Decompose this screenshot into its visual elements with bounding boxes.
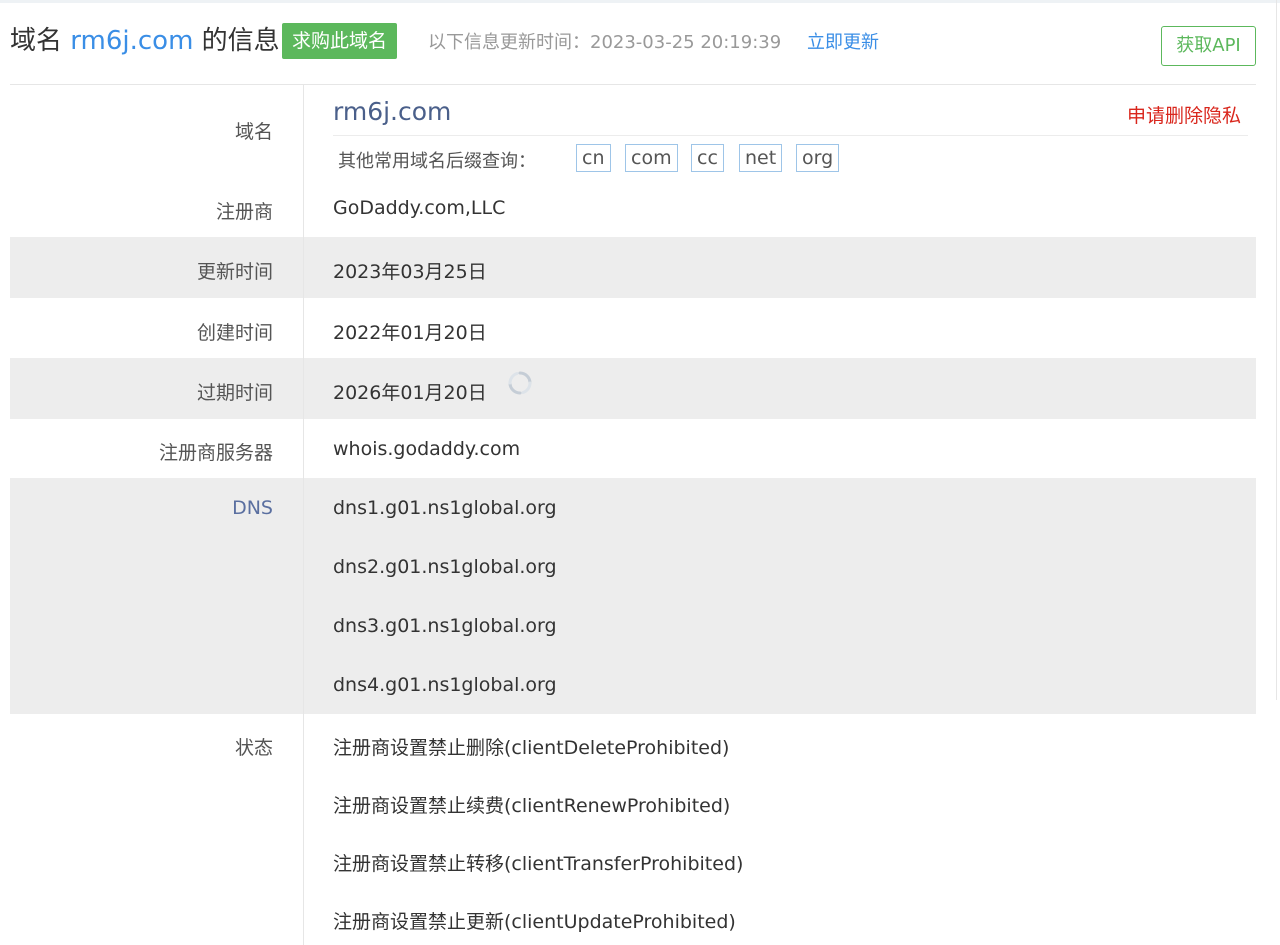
whois-server-label: 注册商服务器: [158, 442, 273, 464]
status-label: 状态: [234, 737, 273, 759]
suffix-org[interactable]: org: [796, 144, 840, 172]
created-value: 2022年01月20日: [333, 322, 487, 344]
registrar-label: 注册商: [215, 201, 273, 223]
suffix-com[interactable]: com: [625, 144, 678, 172]
suffix-cn[interactable]: cn: [576, 144, 611, 172]
created-label: 创建时间: [196, 322, 273, 344]
title-prefix: 域名: [10, 26, 63, 56]
scrollbar-track: [1276, 0, 1277, 700]
expires-label: 过期时间: [196, 382, 273, 404]
status-value-3: 注册商设置禁止转移(clientTransferProhibited): [333, 853, 744, 875]
status-value-4: 注册商设置禁止更新(clientUpdateProhibited): [333, 911, 736, 933]
suffix-net[interactable]: net: [739, 144, 783, 172]
updated-row: 更新时间 2023年03月25日: [10, 237, 1256, 298]
domain-value: rm6j.com: [333, 97, 452, 126]
update-now-link[interactable]: 立即更新: [807, 31, 879, 55]
dns-value-4: dns4.g01.ns1global.org: [333, 674, 557, 696]
title-suffix: 的信息: [201, 26, 280, 56]
suffix-query-label: 其他常用域名后缀查询：: [338, 151, 536, 172]
domain-divider: [333, 135, 1248, 136]
domain-row: 域名 rm6j.com 申请删除隐私 其他常用域名后缀查询： cn com cc…: [10, 85, 1256, 177]
buy-domain-button[interactable]: 求购此域名: [282, 23, 398, 59]
registrar-value: GoDaddy.com,LLC: [333, 197, 506, 219]
created-row: 创建时间 2022年01月20日: [10, 298, 1256, 358]
registrar-row: 注册商 GoDaddy.com,LLC: [10, 177, 1256, 237]
get-api-button[interactable]: 获取API: [1161, 26, 1256, 66]
updated-value: 2023年03月25日: [333, 261, 487, 283]
dns-value-3: dns3.g01.ns1global.org: [333, 615, 557, 637]
delete-privacy-link[interactable]: 申请删除隐私: [1127, 101, 1241, 128]
domain-label: 域名: [234, 121, 273, 143]
updated-label: 更新时间: [196, 261, 273, 283]
dns-value-1: dns1.g01.ns1global.org: [333, 497, 557, 519]
status-row: 状态 注册商设置禁止删除(clientDeleteProhibited) 注册商…: [10, 714, 1256, 945]
page-title: 域名 rm6j.com 的信息: [10, 24, 280, 58]
title-domain: rm6j.com: [70, 26, 194, 56]
suffix-cc[interactable]: cc: [691, 144, 724, 172]
whois-server-row: 注册商服务器 whois.godaddy.com: [10, 419, 1256, 478]
whois-server-value: whois.godaddy.com: [333, 438, 521, 460]
status-value-2: 注册商设置禁止续费(clientRenewProhibited): [333, 795, 731, 817]
status-value-1: 注册商设置禁止删除(clientDeleteProhibited): [333, 737, 730, 759]
dns-value-2: dns2.g01.ns1global.org: [333, 556, 557, 578]
dns-label: DNS: [232, 497, 273, 519]
expires-value: 2026年01月20日: [333, 382, 487, 404]
column-divider: [303, 85, 304, 945]
refresh-icon[interactable]: [507, 370, 533, 396]
page-header: 域名 rm6j.com 的信息 求购此域名 以下信息更新时间：2023-03-2…: [0, 0, 1280, 85]
dns-row: DNS dns1.g01.ns1global.org dns2.g01.ns1g…: [10, 478, 1256, 714]
update-time-text: 以下信息更新时间：2023-03-25 20:19:39: [428, 32, 782, 53]
expires-row: 过期时间 2026年01月20日: [10, 358, 1256, 419]
